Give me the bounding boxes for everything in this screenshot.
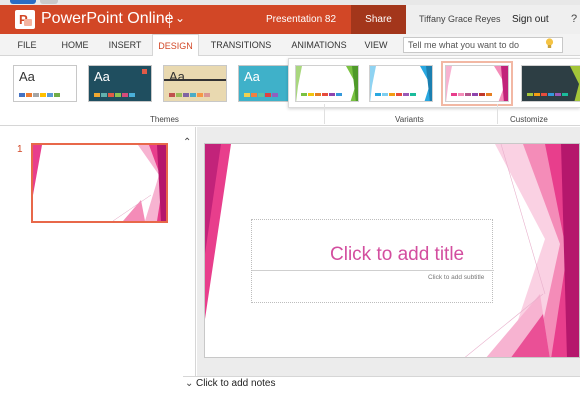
slide-number: 1 (17, 144, 23, 155)
theme-sample-text: Aa (169, 69, 185, 84)
variant-dark[interactable] (521, 65, 580, 102)
ribbon-tabs: FILE HOME INSERT DESIGN TRANSITIONS ANIM… (0, 34, 580, 57)
slide-thumbnails-panel: 1 ⌃ (0, 127, 196, 400)
browser-tab[interactable] (40, 0, 58, 4)
document-title[interactable]: Presentation 82 (266, 14, 336, 25)
logo-slide-glyph (24, 19, 32, 26)
theme-sample-text: Aa (244, 69, 260, 84)
theme-color-swatches (19, 93, 60, 97)
scroll-up-icon[interactable]: ⌃ (183, 137, 191, 148)
variant-color-swatches (527, 93, 568, 96)
slide-editor: Click to add title Click to add subtitle (197, 127, 580, 376)
variants-group-label: Variants (395, 115, 424, 124)
share-button[interactable]: Share (351, 5, 406, 34)
theme-sample-text: Aa (94, 69, 110, 84)
variant-color-swatches (375, 93, 416, 96)
theme-aqua[interactable]: Aa (238, 65, 288, 102)
chevron-down-icon[interactable]: ⌄ (175, 11, 185, 25)
account-area: Tiffany Grace Reyes Sign out ? (406, 5, 580, 34)
customize-group-label: Customize (510, 115, 548, 124)
variant-shape-icon (296, 66, 358, 101)
app-name[interactable]: PowerPoint Online (41, 10, 174, 28)
powerpoint-window: P PowerPoint Online ⌄ Presentation 82 Sh… (0, 0, 580, 400)
notes-placeholder[interactable]: Click to add notes (196, 378, 276, 389)
browser-tab[interactable] (10, 0, 36, 4)
user-name[interactable]: Tiffany Grace Reyes (419, 14, 501, 24)
title-placeholder[interactable]: Click to add title (330, 244, 464, 266)
help-button[interactable]: ? (571, 13, 577, 25)
chevron-down-icon[interactable]: ⌄ (185, 378, 193, 389)
title-divider (169, 12, 170, 28)
theme-accent-mark (142, 69, 147, 74)
notes-pane[interactable]: ⌄ Click to add notes (183, 376, 580, 400)
theme-sample-text: Aa (19, 69, 35, 84)
theme-office[interactable]: Aa (13, 65, 77, 102)
variants-gallery (288, 58, 580, 108)
theme-color-swatches (94, 93, 135, 97)
themes-group-label: Themes (150, 115, 179, 124)
title-divider-line (252, 270, 494, 271)
theme-dark-teal[interactable]: Aa (88, 65, 152, 102)
tab-file[interactable]: FILE (10, 34, 44, 56)
title-placeholder-box[interactable]: Click to add title Click to add subtitle (251, 219, 494, 303)
variant-shape-icon (370, 66, 432, 101)
tab-home[interactable]: HOME (52, 34, 98, 56)
variant-pink-selected[interactable] (441, 61, 513, 106)
powerpoint-logo-icon[interactable]: P (15, 10, 35, 29)
group-divider (497, 104, 498, 124)
variant-shape-icon (446, 66, 508, 101)
variant-shape-icon (570, 66, 580, 101)
tab-transitions[interactable]: TRANSITIONS (205, 34, 277, 56)
theme-color-swatches (244, 93, 278, 97)
slide-canvas[interactable]: Click to add title Click to add subtitle (204, 143, 580, 358)
sign-out-link[interactable]: Sign out (512, 14, 549, 25)
theme-parchment[interactable]: Aa (163, 65, 227, 102)
variant-color-swatches (301, 93, 342, 96)
tab-insert[interactable]: INSERT (102, 34, 148, 56)
design-ribbon: Aa Aa Aa Aa Themes Variants Customize (0, 56, 580, 126)
tell-me-search-input[interactable]: Tell me what you want to do (403, 37, 563, 53)
subtitle-placeholder[interactable]: Click to add subtitle (428, 274, 484, 281)
lightbulb-icon[interactable] (545, 38, 554, 49)
theme-color-swatches (169, 93, 210, 97)
variant-green[interactable] (295, 65, 359, 102)
slide-thumbnail-art (33, 145, 166, 221)
tab-view[interactable]: VIEW (360, 34, 392, 56)
variant-color-swatches (451, 93, 492, 96)
variant-blue[interactable] (369, 65, 433, 102)
tab-design[interactable]: DESIGN (152, 34, 199, 57)
slide-thumbnail[interactable] (31, 143, 168, 223)
tab-animations[interactable]: ANIMATIONS (283, 34, 355, 56)
title-bar: P PowerPoint Online ⌄ Presentation 82 Sh… (0, 5, 580, 34)
group-divider (324, 104, 325, 124)
